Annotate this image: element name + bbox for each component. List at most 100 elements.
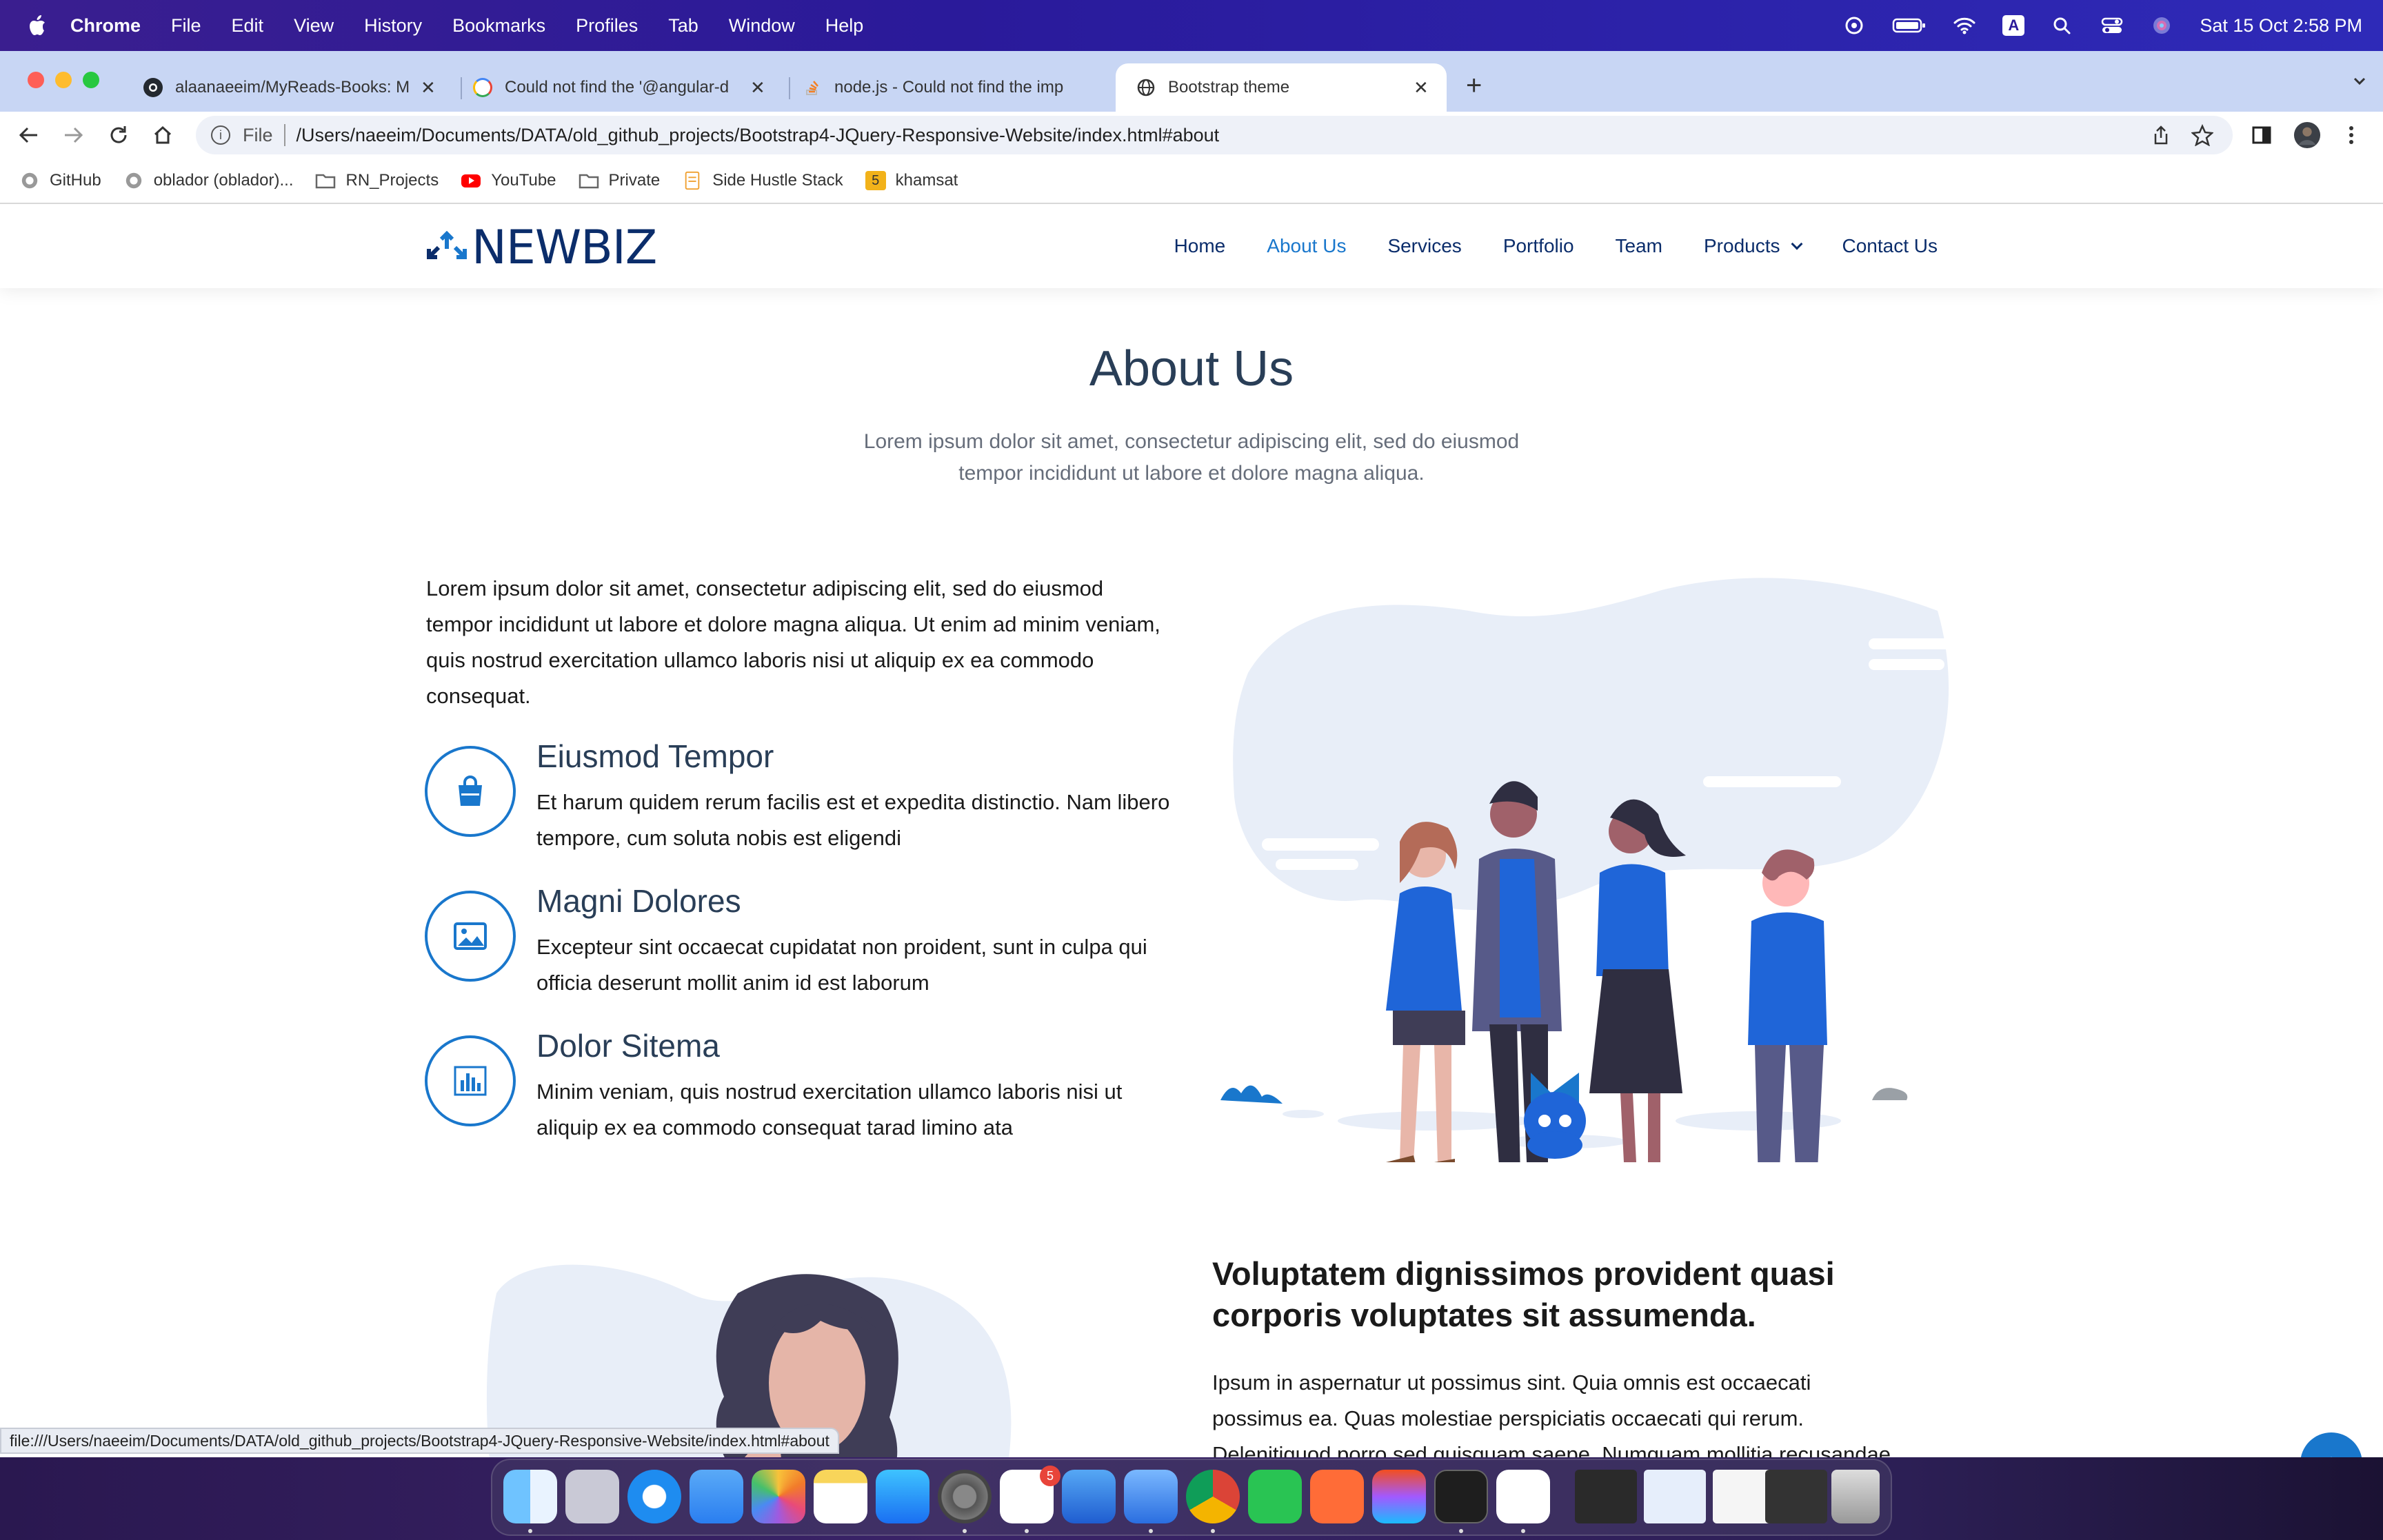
control-center-icon[interactable]	[2100, 15, 2124, 36]
finder-icon[interactable]	[503, 1470, 557, 1523]
apple-icon[interactable]	[26, 14, 47, 37]
nav-about-us[interactable]: About Us	[1267, 235, 1346, 257]
khamsat-icon: 5	[865, 171, 886, 190]
feature-text: Minim veniam, quis nostrud exercitation …	[536, 1080, 1123, 1139]
feature-item: Magni Dolores Excepteur sint occaecat cu…	[425, 882, 1163, 1020]
trash-icon[interactable]	[1831, 1470, 1880, 1523]
photos-icon[interactable]	[752, 1470, 805, 1523]
about-section-title: About Us	[1089, 341, 1294, 396]
zoom-window-button[interactable]	[83, 72, 99, 88]
browser-tab-2[interactable]: Could not find the '@angular-d ✕	[452, 63, 782, 112]
bookmark-youtube[interactable]: YouTube	[461, 171, 556, 190]
postman-icon[interactable]	[1310, 1470, 1364, 1523]
tab-strip: alaanaeeim/MyReads-Books: M ✕ Could not …	[0, 51, 2383, 112]
spotlight-search-icon[interactable]	[2051, 15, 2074, 36]
nav-products-dropdown[interactable]: Products	[1704, 235, 1802, 257]
feature-icon-circle	[425, 746, 516, 837]
browser-tab-3[interactable]: node.js - Could not find the imp	[782, 63, 1112, 112]
figma-icon[interactable]	[1372, 1470, 1426, 1523]
input-source-indicator[interactable]: A	[2002, 15, 2025, 36]
launchpad-icon[interactable]	[565, 1470, 619, 1523]
side-panel-button[interactable]	[2248, 121, 2275, 149]
menu-view[interactable]: View	[294, 15, 334, 37]
back-to-top-button[interactable]	[2300, 1432, 2362, 1457]
feature-text: Excepteur sint occaecat cupidatat non pr…	[536, 935, 1147, 995]
forward-button[interactable]	[59, 121, 87, 149]
app-store-icon[interactable]	[876, 1470, 929, 1523]
main-nav: Home About Us Services Portfolio Team Pr…	[1174, 204, 1938, 288]
simulator-icon[interactable]	[1124, 1470, 1178, 1523]
nav-home[interactable]: Home	[1174, 235, 1226, 257]
site-info-icon[interactable]: i	[211, 125, 230, 145]
menu-profiles[interactable]: Profiles	[576, 15, 638, 37]
url-text[interactable]: /Users/naeeim/Documents/DATA/old_github_…	[296, 125, 2150, 146]
tab-close-icon[interactable]: ✕	[750, 77, 765, 99]
close-window-button[interactable]	[28, 72, 44, 88]
bookmark-star-icon[interactable]	[2191, 124, 2213, 146]
bookmark-private[interactable]: Private	[579, 171, 661, 190]
menu-file[interactable]: File	[171, 15, 201, 37]
menu-chrome[interactable]: Chrome	[70, 15, 141, 37]
github-icon	[125, 172, 141, 189]
minimized-window-thumbnail[interactable]	[1575, 1470, 1637, 1523]
nav-services[interactable]: Services	[1387, 235, 1461, 257]
terminal-icon[interactable]	[1434, 1470, 1488, 1523]
system-preferences-icon[interactable]	[938, 1470, 992, 1523]
google-icon	[473, 78, 492, 97]
siri-icon[interactable]	[2150, 15, 2173, 36]
bookmark-label: Private	[608, 171, 661, 190]
whatsapp-icon[interactable]	[1248, 1470, 1302, 1523]
xcode-icon[interactable]	[1062, 1470, 1116, 1523]
safari-icon[interactable]	[627, 1470, 681, 1523]
battery-icon[interactable]	[1892, 15, 1927, 36]
mail-icon[interactable]	[690, 1470, 743, 1523]
address-bar[interactable]: i File /Users/naeeim/Documents/DATA/old_…	[196, 116, 2233, 154]
bookmark-khamsat[interactable]: 5 khamsat	[865, 171, 958, 190]
chrome-icon[interactable]	[1186, 1470, 1240, 1523]
menubar-clock[interactable]: Sat 15 Oct 2:58 PM	[2200, 15, 2362, 37]
menu-window[interactable]: Window	[729, 15, 795, 37]
bookmark-oblador[interactable]: oblador (oblador)...	[123, 171, 293, 190]
running-indicator	[528, 1529, 532, 1533]
minimized-window-thumbnail[interactable]	[1765, 1470, 1827, 1523]
reload-button[interactable]	[105, 121, 132, 149]
chrome-menu-button[interactable]	[2337, 121, 2365, 149]
url-separator	[283, 124, 285, 146]
about-intro-text: Lorem ipsum dolor sit amet, consectetur …	[426, 576, 1160, 708]
tab-close-icon[interactable]: ✕	[1414, 77, 1429, 99]
vscode-icon[interactable]	[1496, 1470, 1550, 1523]
site-logo[interactable]: NEWBIZ	[425, 221, 657, 275]
nav-team[interactable]: Team	[1616, 235, 1662, 257]
menu-bookmarks[interactable]: Bookmarks	[452, 15, 545, 37]
running-indicator	[1025, 1529, 1029, 1533]
browser-tab-1[interactable]: alaanaeeim/MyReads-Books: M ✕	[123, 63, 452, 112]
menu-tab[interactable]: Tab	[668, 15, 698, 37]
back-button[interactable]	[15, 121, 43, 149]
thinking-woman-illustration	[486, 1264, 1012, 1457]
tab-search-chevron-icon[interactable]	[2353, 74, 2366, 88]
profile-avatar[interactable]	[2293, 121, 2321, 149]
home-button[interactable]	[149, 121, 177, 149]
bookmarks-bar: GitHub oblador (oblador)... RN_Projects …	[0, 159, 2383, 204]
menu-help[interactable]: Help	[825, 15, 864, 37]
bookmark-label: YouTube	[491, 171, 556, 190]
chevron-up-icon	[2319, 1455, 2344, 1457]
bookmark-label: GitHub	[50, 171, 101, 190]
minimize-window-button[interactable]	[55, 72, 72, 88]
new-tab-button[interactable]: +	[1466, 70, 1482, 101]
minimized-window-thumbnail[interactable]	[1644, 1470, 1706, 1523]
share-icon[interactable]	[2150, 124, 2172, 146]
control-strip-icon[interactable]	[1842, 15, 1866, 36]
nav-contact-us[interactable]: Contact Us	[1842, 235, 1938, 257]
menu-history[interactable]: History	[364, 15, 422, 37]
nav-portfolio[interactable]: Portfolio	[1503, 235, 1574, 257]
tab-title: alaanaeeim/MyReads-Books: M	[175, 78, 410, 97]
notes-icon[interactable]	[814, 1470, 867, 1523]
menu-edit[interactable]: Edit	[232, 15, 264, 37]
bookmark-side-hustle-stack[interactable]: Side Hustle Stack	[682, 171, 843, 190]
browser-tab-4-active[interactable]: Bootstrap theme ✕	[1116, 63, 1447, 112]
tab-close-icon[interactable]: ✕	[421, 77, 436, 99]
wifi-icon[interactable]	[1953, 15, 1976, 36]
bookmark-github[interactable]: GitHub	[19, 171, 101, 190]
bookmark-rn-projects[interactable]: RN_Projects	[315, 171, 439, 190]
